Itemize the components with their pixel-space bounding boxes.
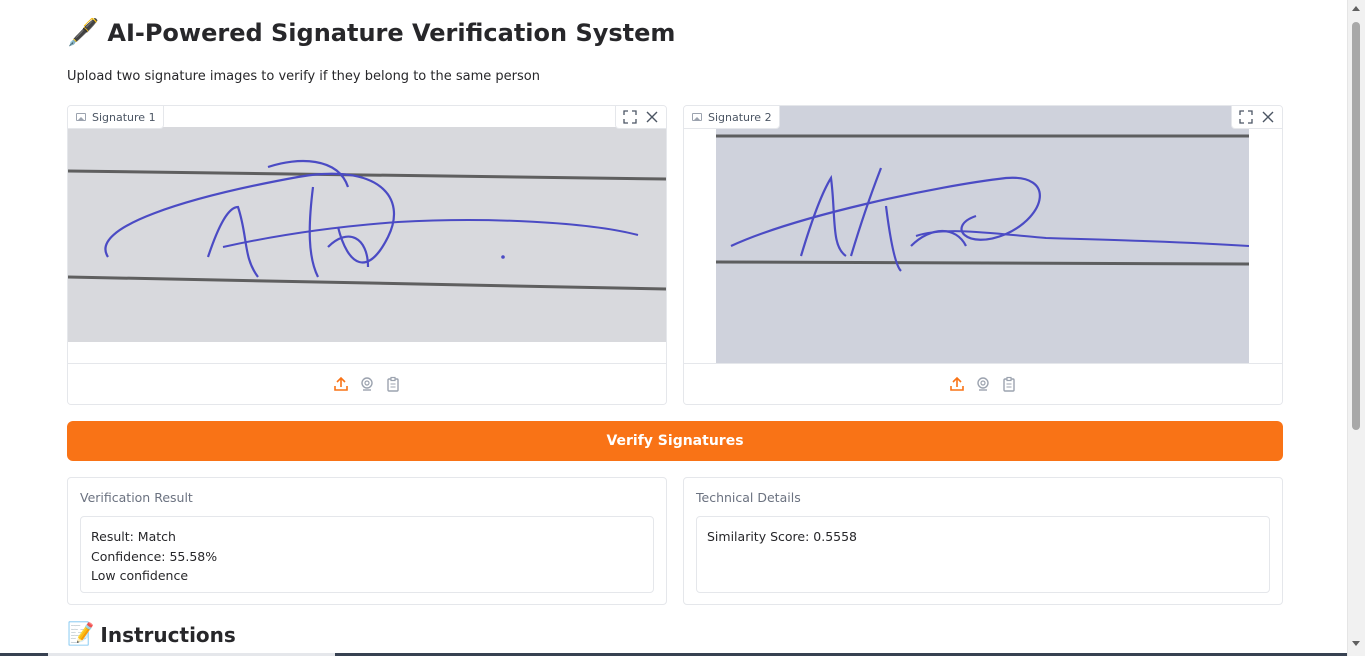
image-icon [692, 113, 702, 121]
page-title: 🖋️ AI-Powered Signature Verification Sys… [67, 16, 675, 50]
signature-2-source-bar [684, 363, 1282, 404]
fullscreen-icon[interactable] [1236, 107, 1256, 127]
signature-2-image [716, 106, 1249, 364]
signature-1-image [68, 127, 666, 342]
instructions-heading: 📝 Instructions [67, 620, 236, 650]
scrollbar-thumb[interactable] [1352, 22, 1360, 430]
verify-signatures-button[interactable]: Verify Signatures [67, 421, 1283, 461]
page-title-text: AI-Powered Signature Verification System [107, 19, 676, 47]
signature-2-image-input[interactable]: Signature 2 [683, 105, 1283, 405]
signature-2-image-tools [1231, 106, 1282, 129]
webcam-icon[interactable] [974, 375, 992, 393]
vertical-scrollbar[interactable] [1347, 0, 1365, 656]
verification-result-label: Verification Result [80, 490, 193, 505]
fullscreen-icon[interactable] [620, 107, 640, 127]
close-icon[interactable] [1258, 107, 1278, 127]
signature-1-image-tools [615, 106, 666, 129]
instructions-title: Instructions [100, 623, 236, 647]
image-icon [76, 113, 86, 121]
technical-details-textbox[interactable]: Similarity Score: 0.5558 [696, 516, 1270, 593]
close-icon[interactable] [642, 107, 662, 127]
scroll-up-arrow-icon[interactable] [1352, 6, 1360, 11]
verification-result-panel: Verification Result Result: Match Confid… [67, 477, 667, 605]
signature-2-label-text: Signature 2 [708, 110, 772, 124]
signature-1-label-text: Signature 1 [92, 110, 156, 124]
technical-details-label: Technical Details [696, 490, 801, 505]
signature-2-label: Signature 2 [684, 106, 780, 129]
signature-1-source-bar [68, 363, 666, 404]
verification-result-textbox[interactable]: Result: Match Confidence: 55.58% Low con… [80, 516, 654, 593]
app-page: 🖋️ AI-Powered Signature Verification Sys… [0, 0, 1347, 656]
technical-details-panel: Technical Details Similarity Score: 0.55… [683, 477, 1283, 605]
upload-icon[interactable] [948, 375, 966, 393]
scroll-down-arrow-icon[interactable] [1352, 641, 1360, 646]
signature-1-label: Signature 1 [68, 106, 164, 129]
memo-emoji-icon: 📝 [67, 622, 95, 647]
pen-emoji-icon: 🖋️ [67, 18, 100, 48]
page-subtitle: Upload two signature images to verify if… [67, 69, 540, 84]
signature-1-image-input[interactable]: Signature 1 [67, 105, 667, 405]
upload-icon[interactable] [332, 375, 350, 393]
clipboard-icon[interactable] [1000, 375, 1018, 393]
webcam-icon[interactable] [358, 375, 376, 393]
clipboard-icon[interactable] [384, 375, 402, 393]
